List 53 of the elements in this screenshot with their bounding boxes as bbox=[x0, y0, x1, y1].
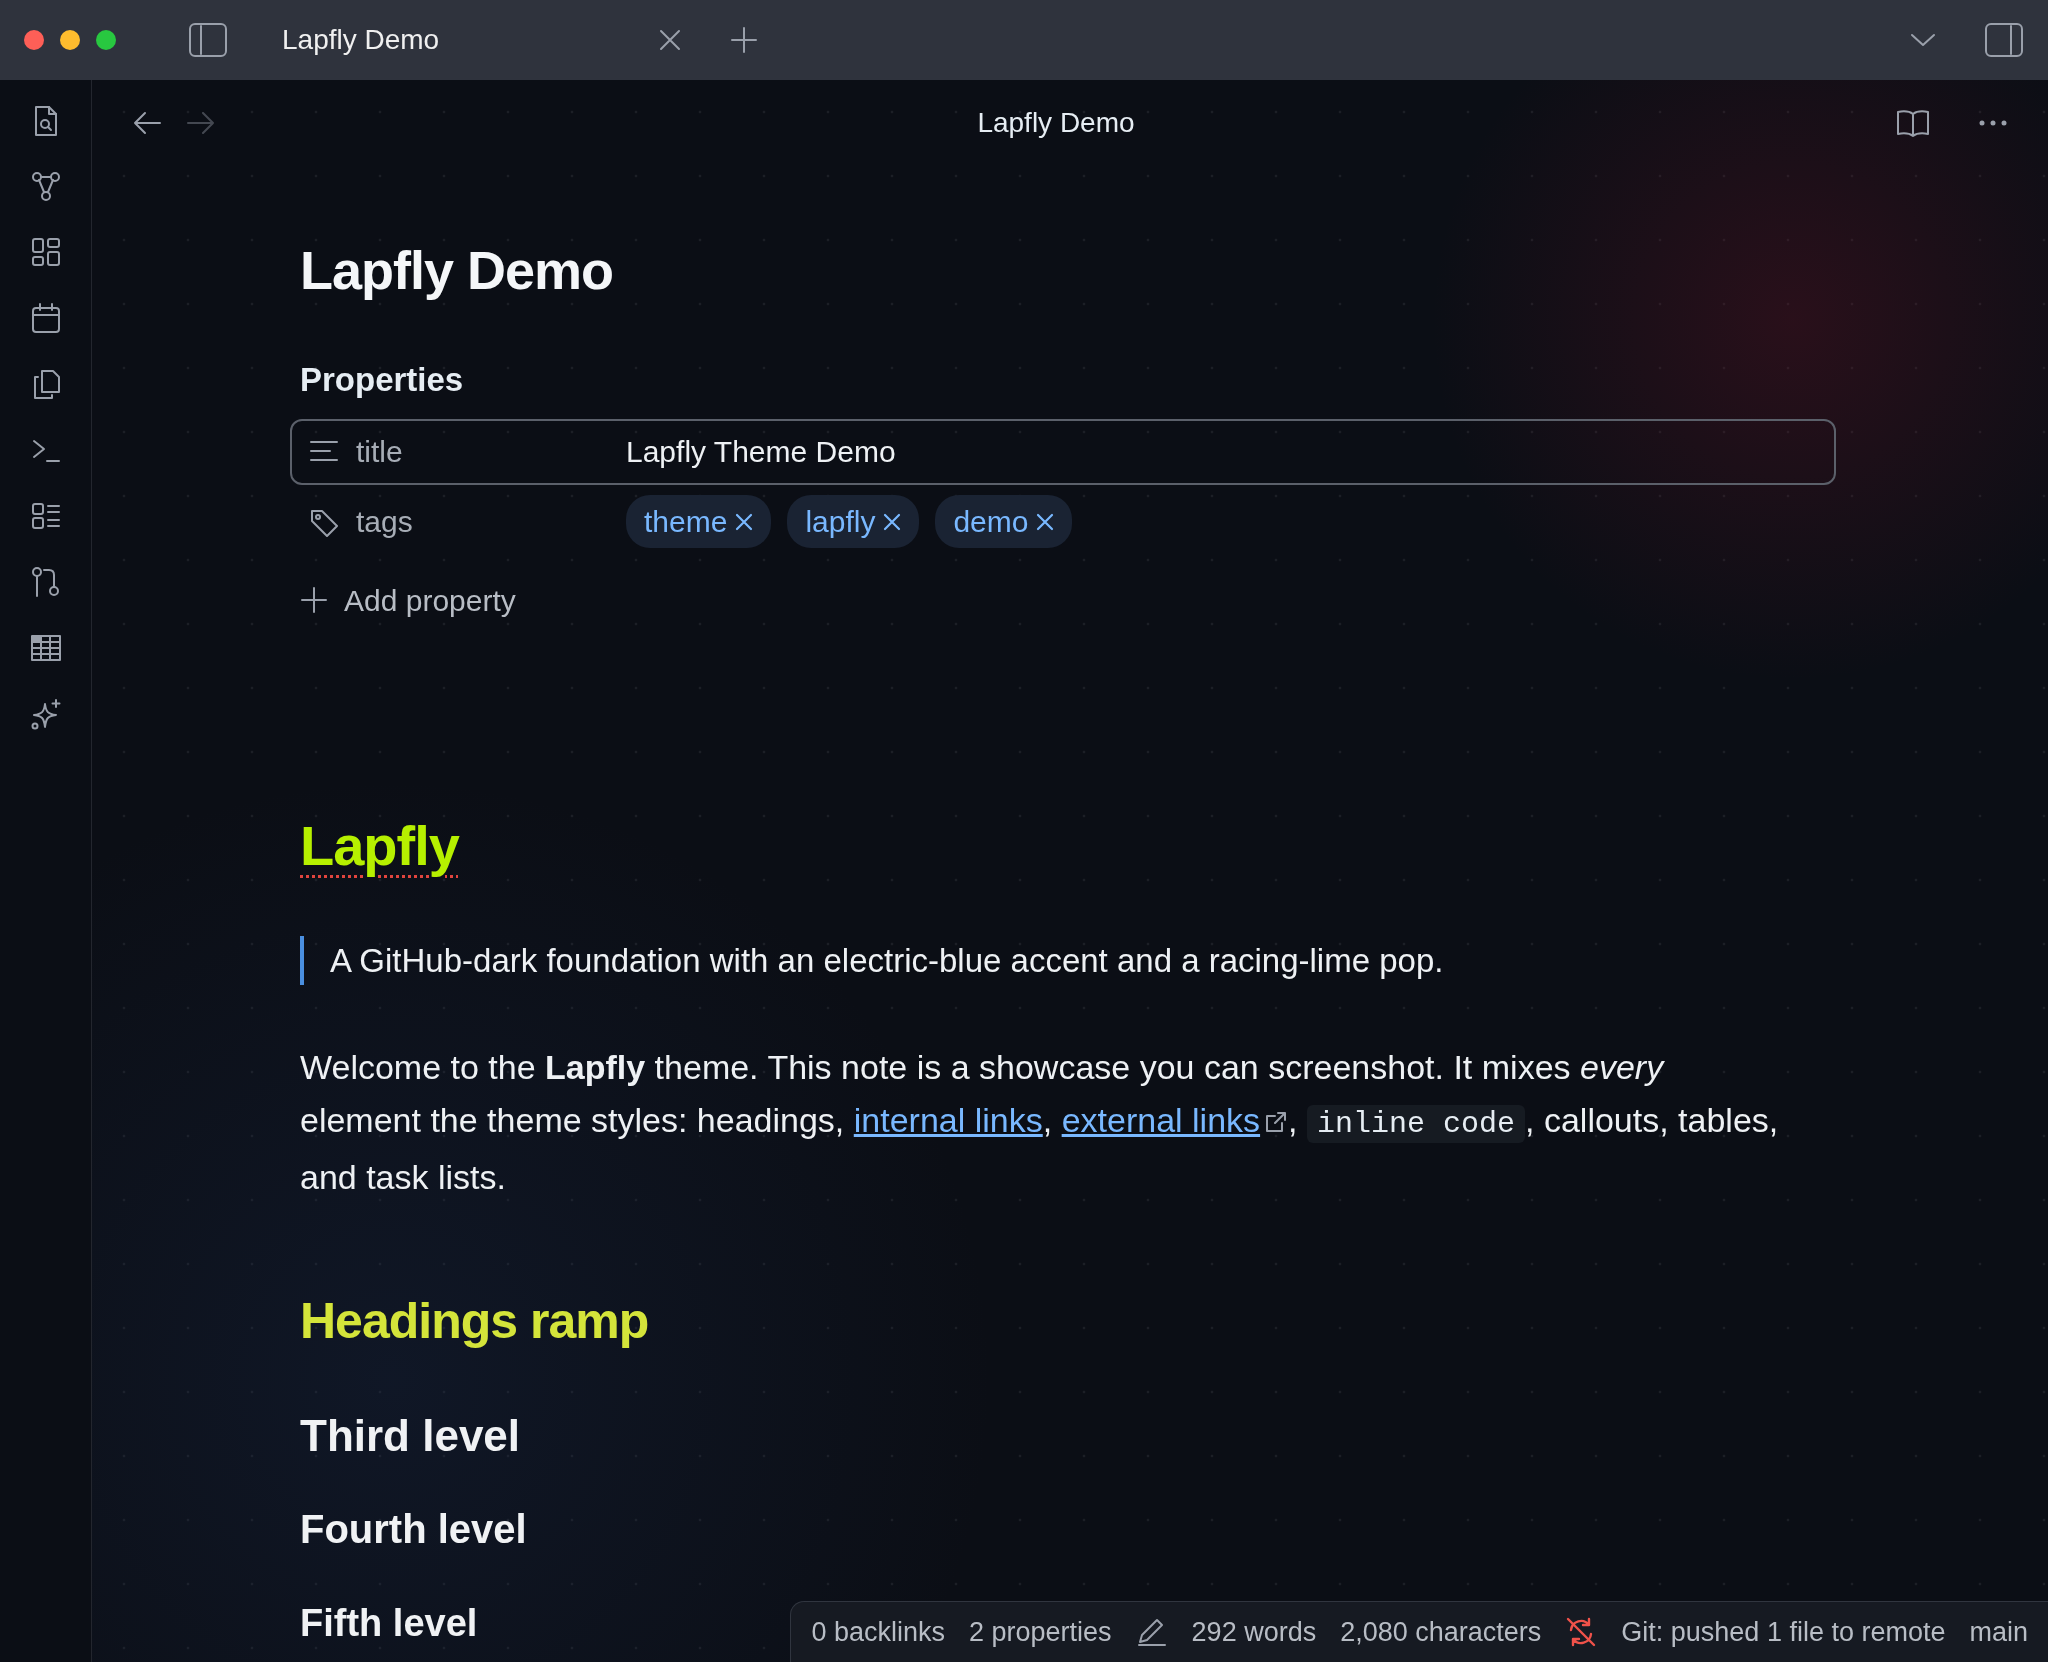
tag-pill[interactable]: lapfly bbox=[787, 495, 920, 548]
note-title: Lapfly Demo bbox=[977, 107, 1135, 138]
branch-icon[interactable] bbox=[29, 566, 62, 598]
internal-link[interactable]: internal links bbox=[853, 1101, 1043, 1139]
close-icon[interactable] bbox=[883, 512, 902, 531]
status-text: 2 properties bbox=[969, 1615, 1112, 1649]
external-link-icon bbox=[1264, 1110, 1289, 1134]
heading: Third level bbox=[300, 1410, 521, 1462]
inline-code: inline code bbox=[1307, 1105, 1526, 1143]
heading: Fifth level bbox=[300, 1601, 478, 1646]
sparkle-icon[interactable] bbox=[29, 698, 62, 730]
heading: Headings ramp bbox=[300, 1292, 649, 1351]
heading: Fourth level bbox=[300, 1506, 527, 1553]
property-name: title bbox=[356, 434, 403, 470]
tag-pill[interactable]: theme bbox=[626, 495, 772, 548]
property-name: tags bbox=[356, 504, 413, 540]
property-row[interactable]: title Lapfly Theme Demo bbox=[290, 418, 1836, 485]
properties-heading: Properties bbox=[300, 360, 465, 400]
grid-icon[interactable] bbox=[29, 236, 62, 268]
more-options-icon[interactable] bbox=[1978, 119, 2008, 127]
note-heading: Lapfly Demo bbox=[300, 239, 615, 302]
close-icon[interactable] bbox=[735, 512, 754, 531]
tab-title[interactable]: Lapfly Demo bbox=[282, 19, 658, 61]
right-sidebar-toggle-icon[interactable] bbox=[1984, 22, 2024, 58]
blockquote: A GitHub-dark foundation with an electric-blue accent and a racing-lime pop. bbox=[300, 935, 2048, 985]
close-window-button[interactable] bbox=[24, 30, 44, 50]
new-tab-icon[interactable] bbox=[730, 26, 758, 54]
graph-icon[interactable] bbox=[29, 170, 62, 202]
calendar-icon[interactable] bbox=[29, 302, 62, 334]
tag-pill[interactable]: demo bbox=[935, 495, 1073, 548]
sidebar-toggle-icon[interactable] bbox=[188, 22, 228, 58]
chevron-down-icon[interactable] bbox=[1910, 32, 1936, 48]
property-row[interactable]: tags theme lapfly demo bbox=[290, 488, 1836, 555]
external-link[interactable]: external links bbox=[1061, 1101, 1261, 1139]
paragraph: Welcome to the Lapfly theme. This note is a showcase you can screenshot. It mixes every element the theme styles: headings, internal links, external links , inline code , callouts, tables, and task lists. bbox=[300, 1047, 1780, 1198]
book-icon[interactable] bbox=[1896, 109, 1930, 137]
status-text: 0 backlinks bbox=[811, 1615, 945, 1649]
status-text: Git: pushed 1 file to remote bbox=[1621, 1615, 1946, 1649]
close-icon[interactable] bbox=[658, 28, 682, 52]
add-property-button[interactable]: Add property bbox=[300, 576, 516, 624]
property-value[interactable]: Lapfly Theme Demo bbox=[626, 429, 896, 474]
section-heading: Lapfly bbox=[300, 812, 459, 879]
plus-icon bbox=[300, 586, 328, 614]
back-arrow-icon[interactable] bbox=[132, 110, 162, 136]
zoom-window-button[interactable] bbox=[96, 30, 116, 50]
status-text: main bbox=[1969, 1615, 2028, 1649]
checklist-icon[interactable] bbox=[29, 500, 62, 532]
table-icon[interactable] bbox=[29, 632, 62, 664]
sync-error-icon bbox=[1565, 1615, 1598, 1648]
close-icon[interactable] bbox=[1036, 512, 1055, 531]
minimize-window-button[interactable] bbox=[60, 30, 80, 50]
status-text: 2,080 characters bbox=[1340, 1615, 1542, 1649]
status-text: 292 words bbox=[1191, 1615, 1317, 1649]
